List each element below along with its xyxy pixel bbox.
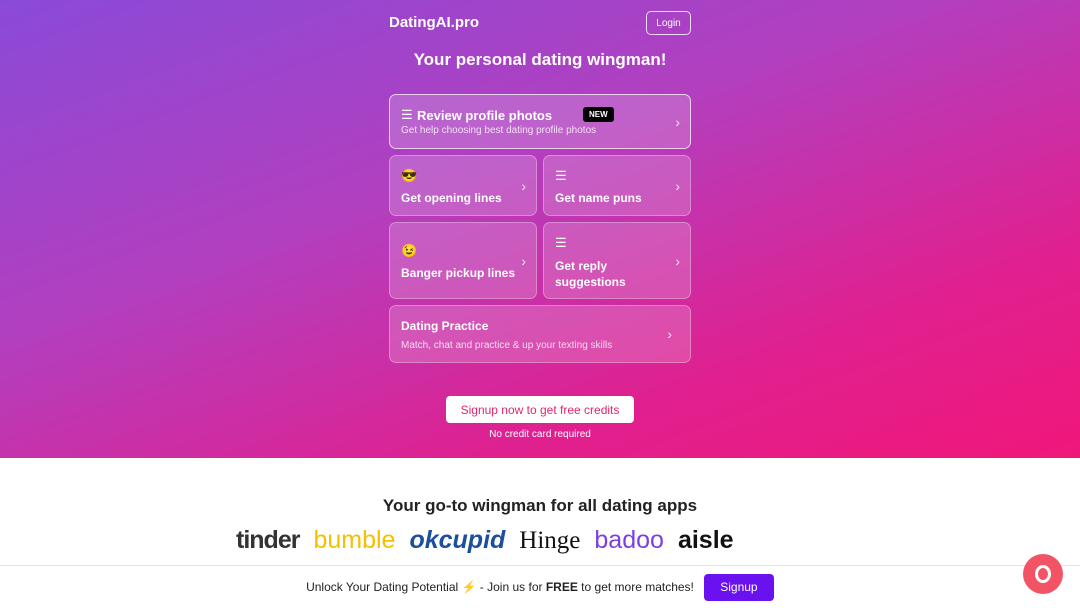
aisle-logo: aisle xyxy=(677,526,734,554)
card-review-photos[interactable]: ☰ Review profile photos NEW Get help cho… xyxy=(389,94,691,149)
banner-text-pre: Unlock Your Dating Potential ⚡ - Join us… xyxy=(306,580,546,594)
banner-text: Unlock Your Dating Potential ⚡ - Join us… xyxy=(306,580,694,594)
banner-signup-button[interactable]: Signup xyxy=(703,573,774,601)
chevron-right-icon: › xyxy=(675,252,680,269)
bars-icon: ☰ xyxy=(555,235,567,250)
signup-cta-button[interactable]: Signup now to get free credits xyxy=(446,396,634,423)
banner-text-bold: FREE xyxy=(545,580,578,594)
tagline: Your personal dating wingman! xyxy=(413,50,667,69)
no-credit-card-note: No credit card required xyxy=(489,429,591,440)
card-title: Get opening lines xyxy=(401,191,502,205)
tinder-logo: tinder xyxy=(236,526,300,554)
apps-title: Your go-to wingman for all dating apps xyxy=(382,496,698,515)
wink-smiley-icon: 😉 xyxy=(401,243,418,258)
chevron-right-icon: › xyxy=(667,326,672,342)
login-button[interactable]: Login xyxy=(646,11,691,35)
card-subtitle: Get help choosing best dating profile ph… xyxy=(401,125,597,136)
card-pickup-lines[interactable]: 😉 Banger pickup lines › xyxy=(389,222,537,299)
bars-icon: ☰ xyxy=(401,107,413,122)
bars-icon: ☰ xyxy=(555,168,567,183)
card-dating-practice[interactable]: Dating Practice Match, chat and practice… xyxy=(389,305,691,363)
hinge-logo: Hinge xyxy=(519,526,581,554)
signup-banner: Unlock Your Dating Potential ⚡ - Join us… xyxy=(0,565,1080,608)
bumble-logo: bumble xyxy=(313,526,396,554)
badoo-logo: badoo xyxy=(594,526,664,554)
chevron-right-icon: › xyxy=(675,113,680,130)
chevron-right-icon: › xyxy=(521,252,526,269)
banner-text-post: to get more matches! xyxy=(577,580,694,594)
chevron-right-icon: › xyxy=(521,177,526,194)
app-logos: tinder bumble okcupid Hinge badoo aisle xyxy=(236,526,734,555)
hero: DatingAI.pro Login Your personal dating … xyxy=(0,0,1080,458)
card-subtitle: Match, chat and practice & up your texti… xyxy=(401,340,613,351)
okcupid-logo: okcupid xyxy=(409,526,506,554)
card-title: Banger pickup lines xyxy=(401,266,516,280)
card-title: Get reply suggestions xyxy=(555,259,626,289)
card-reply-suggestions[interactable]: ☰ Get reply suggestions › xyxy=(543,222,691,299)
chat-widget-button[interactable] xyxy=(1023,554,1063,594)
brand-logo[interactable]: DatingAI.pro xyxy=(389,14,479,31)
card-title: Review profile photos xyxy=(417,108,553,123)
card-title: Get name puns xyxy=(555,191,642,205)
card-name-puns[interactable]: ☰ Get name puns › xyxy=(543,155,691,216)
chat-bubble-icon xyxy=(1035,565,1051,583)
cool-smiley-icon: 😎 xyxy=(401,168,418,183)
chevron-right-icon: › xyxy=(675,177,680,194)
card-title: Dating Practice xyxy=(401,319,489,333)
new-badge: NEW xyxy=(583,107,614,122)
card-opening-lines[interactable]: 😎 Get opening lines › xyxy=(389,155,537,216)
